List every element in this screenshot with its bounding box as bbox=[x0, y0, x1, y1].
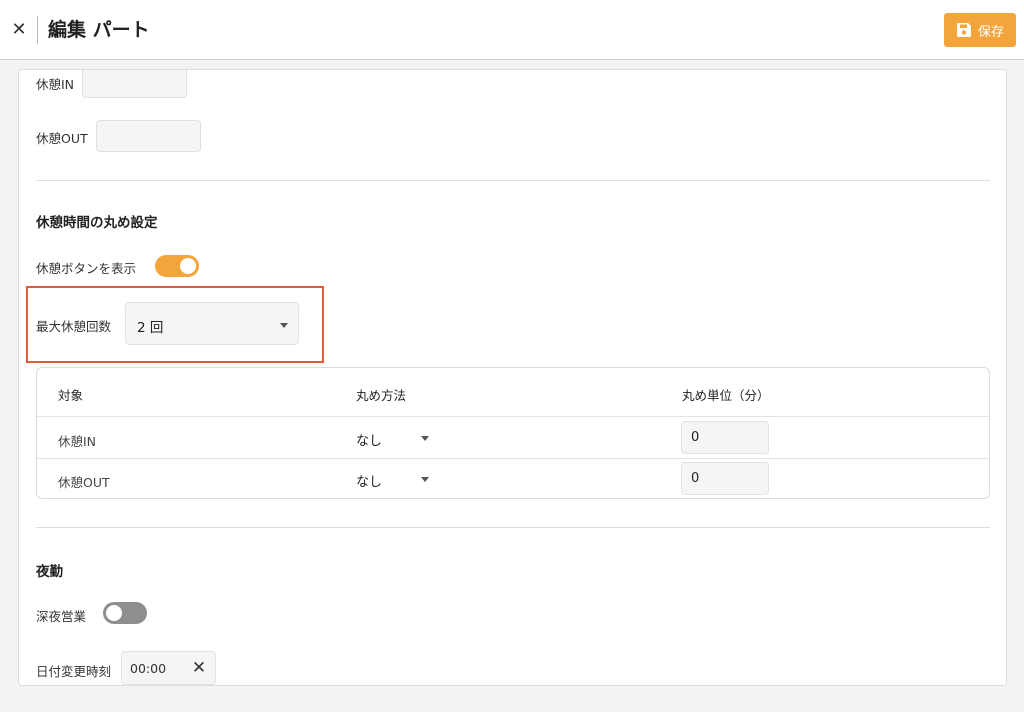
caret-down-icon bbox=[421, 436, 429, 441]
max-breaks-select[interactable]: 2 回 bbox=[125, 302, 299, 345]
close-icon[interactable]: ✕ bbox=[8, 18, 30, 42]
toggle-knob bbox=[180, 258, 196, 274]
clear-icon[interactable]: ✕ bbox=[188, 657, 210, 679]
settings-card: 休憩IN 休憩OUT 休憩時間の丸め設定 休憩ボタンを表示 最大休憩回数 2 回… bbox=[18, 69, 1007, 686]
day-change-time-input[interactable]: 00:00 ✕ bbox=[121, 651, 216, 685]
rounding-unit-input[interactable]: 0 bbox=[681, 462, 769, 495]
break-out-input[interactable] bbox=[96, 120, 201, 152]
break-in-input[interactable] bbox=[82, 70, 187, 98]
save-button-label: 保存 bbox=[977, 24, 1004, 40]
rounding-method-select[interactable]: なし bbox=[356, 423, 436, 453]
late-night-label: 深夜営業 bbox=[36, 609, 87, 624]
divider bbox=[36, 180, 990, 181]
divider bbox=[36, 527, 990, 528]
row-divider bbox=[37, 458, 989, 459]
header-divider bbox=[37, 16, 38, 44]
caret-down-icon bbox=[421, 477, 429, 482]
save-button[interactable]: 保存 bbox=[944, 13, 1016, 47]
show-break-button-toggle[interactable] bbox=[155, 255, 199, 277]
column-header-method: 丸め方法 bbox=[356, 388, 407, 403]
max-breaks-value: 2 回 bbox=[137, 320, 164, 336]
toggle-knob bbox=[106, 605, 122, 621]
app-header: ✕ 編集 パート 保存 bbox=[0, 0, 1024, 60]
table-row-target: 休憩IN bbox=[58, 434, 97, 449]
late-night-toggle[interactable] bbox=[103, 602, 147, 624]
caret-down-icon bbox=[280, 323, 288, 328]
max-breaks-label: 最大休憩回数 bbox=[36, 319, 112, 334]
rounding-table: 対象 丸め方法 丸め単位（分） 休憩IN なし 0 休憩OUT なし 0 bbox=[36, 367, 990, 499]
column-header-unit: 丸め単位（分） bbox=[682, 388, 770, 403]
day-change-label: 日付変更時刻 bbox=[36, 664, 112, 679]
rounding-method-value: なし bbox=[356, 434, 383, 449]
rounding-unit-value: 0 bbox=[691, 471, 700, 486]
rounding-unit-value: 0 bbox=[691, 430, 700, 445]
break-out-label: 休憩OUT bbox=[36, 131, 88, 146]
show-break-button-label: 休憩ボタンを表示 bbox=[36, 261, 137, 276]
night-section-title: 夜勤 bbox=[36, 564, 63, 580]
rounding-method-value: なし bbox=[356, 475, 383, 490]
rounding-method-select[interactable]: なし bbox=[356, 464, 436, 494]
floppy-disk-icon bbox=[956, 22, 972, 38]
rounding-unit-input[interactable]: 0 bbox=[681, 421, 769, 454]
rounding-section-title: 休憩時間の丸め設定 bbox=[36, 215, 158, 231]
page-title: 編集 パート bbox=[48, 19, 150, 41]
table-row-target: 休憩OUT bbox=[58, 475, 110, 490]
row-divider bbox=[37, 416, 989, 417]
break-in-label: 休憩IN bbox=[36, 77, 75, 92]
day-change-time-value: 00:00 bbox=[130, 661, 167, 676]
column-header-target: 対象 bbox=[58, 388, 84, 403]
